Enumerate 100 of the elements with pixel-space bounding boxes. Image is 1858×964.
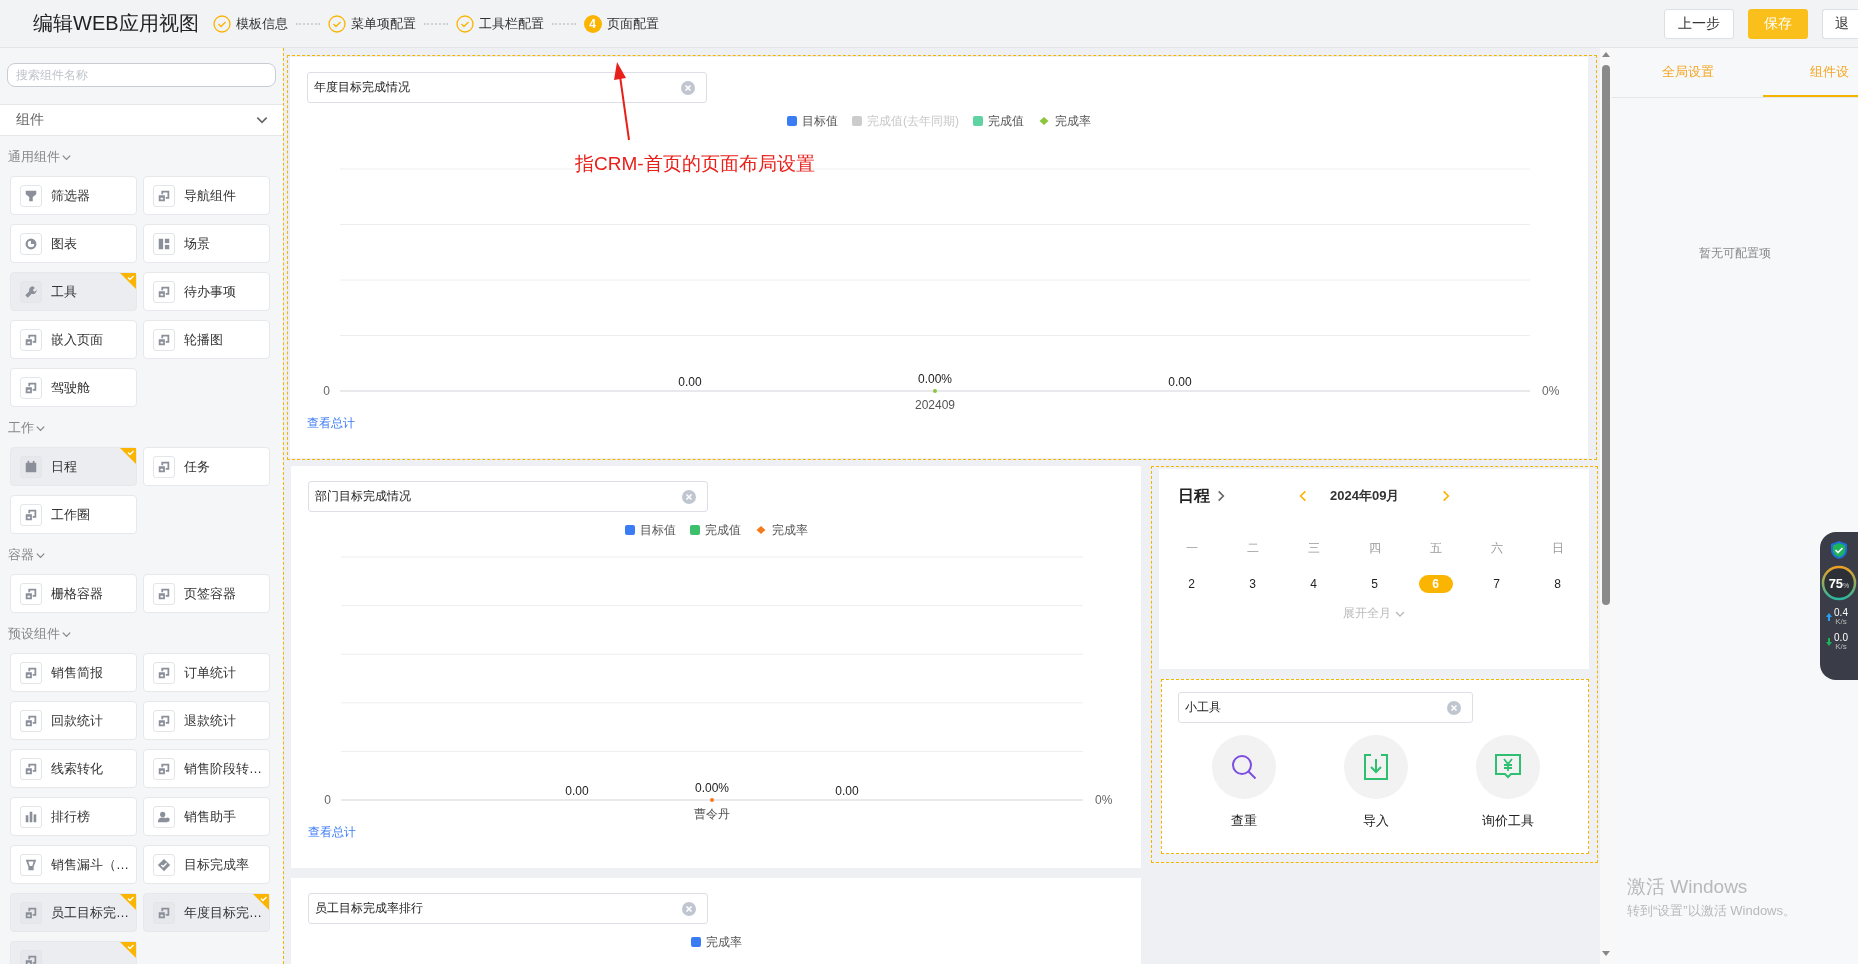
nav-button[interactable]: 退 — [1822, 8, 1858, 39]
component-item[interactable]: 待办事项 — [143, 272, 270, 311]
component-item[interactable]: 目标完成率 — [143, 845, 270, 884]
gauge-ring — [1821, 565, 1857, 601]
squares-icon — [20, 661, 42, 684]
import-icon — [1363, 753, 1389, 781]
clear-icon[interactable] — [682, 901, 696, 916]
activation-message: 转到“设置”以激活 Windows。 — [1627, 902, 1796, 920]
calendar-day[interactable]: 4 — [1296, 575, 1331, 593]
component-item[interactable]: 销售漏斗（… — [10, 845, 137, 884]
legend-label[interactable]: 完成率 — [705, 933, 742, 951]
squares-icon — [153, 709, 175, 732]
step-label[interactable]: 页面配置 — [606, 14, 659, 33]
category-label: 202409 — [915, 398, 955, 412]
layout-icon — [153, 232, 175, 255]
calendar-day[interactable]: 2 — [1174, 575, 1209, 593]
group-header[interactable]: 通用组件 — [8, 148, 60, 166]
axis-label: 0% — [1095, 793, 1113, 807]
view-total-link[interactable]: 查看总计 — [307, 416, 355, 430]
title-field[interactable]: 小工具 — [1178, 692, 1473, 723]
download-speed: 0.0 K/s — [1834, 633, 1848, 651]
legend-label[interactable]: 完成值 — [988, 112, 1024, 130]
component-item[interactable]: 图表 — [10, 224, 137, 263]
component-item[interactable]: 工具 — [10, 272, 137, 311]
check-corner-icon — [120, 894, 136, 910]
title-field[interactable]: 员工目标完成率排行 — [308, 893, 708, 924]
tool-label[interactable]: 询价工具 — [1482, 812, 1534, 830]
component-item[interactable]: 嵌入页面 — [10, 320, 137, 359]
component-item[interactable]: 订单统计 — [143, 653, 270, 692]
axis-label: 0 — [323, 384, 330, 398]
legend-label[interactable]: 完成率 — [1055, 112, 1091, 130]
check-corner-icon — [253, 894, 269, 910]
value-label: 0.00% — [695, 781, 729, 795]
step-label[interactable]: 菜单项配置 — [350, 14, 416, 33]
wrench-icon — [20, 280, 42, 303]
legend-label[interactable]: 目标值 — [639, 521, 676, 539]
view-total-link[interactable]: 查看总计 — [308, 825, 356, 839]
category-dropdown[interactable]: 组件 — [0, 104, 283, 136]
squares-icon — [153, 757, 175, 780]
component-item[interactable]: 栅格容器 — [10, 574, 137, 613]
component-item[interactable]: 页签容器 — [143, 574, 270, 613]
title-field[interactable]: 部门目标完成情况 — [308, 481, 708, 512]
legend-label[interactable]: 完成值 — [704, 521, 741, 539]
squares-icon — [153, 280, 175, 303]
component-item[interactable]: 年度目标完… — [143, 893, 270, 932]
squares-icon — [153, 901, 175, 924]
component-item[interactable]: 导航组件 — [143, 176, 270, 215]
component-item[interactable]: 轮播图 — [143, 320, 270, 359]
legend-label[interactable]: 完成率 — [771, 521, 808, 539]
scrollbar-thumb[interactable] — [1602, 65, 1610, 605]
squares-icon — [20, 376, 42, 399]
empty-message: 暂无可配置项 — [1699, 246, 1771, 260]
component-item[interactable]: 场景 — [143, 224, 270, 263]
component-item[interactable]: 员工目标完… — [10, 893, 137, 932]
component-item[interactable]: 日程 — [10, 447, 137, 486]
title-field[interactable]: 年度目标完成情况 — [307, 72, 707, 103]
component-item[interactable]: 销售简报 — [10, 653, 137, 692]
clear-icon[interactable] — [1447, 700, 1461, 715]
price-tag-icon — [1494, 753, 1522, 781]
component-item[interactable]: 驾驶舱 — [10, 368, 137, 407]
squares-icon — [20, 709, 42, 732]
component-item[interactable]: 排行榜 — [10, 797, 137, 836]
clear-icon[interactable] — [681, 80, 695, 95]
search-field[interactable]: 搜索组件名称 — [7, 63, 276, 87]
component-item[interactable]: 任务 — [143, 447, 270, 486]
squares-icon — [153, 661, 175, 684]
step-badge: 4 — [583, 14, 602, 33]
group-header[interactable]: 容器 — [8, 546, 34, 564]
check-corner-icon — [120, 448, 136, 464]
squares-icon — [153, 328, 175, 351]
component-item[interactable]: 筛选器 — [10, 176, 137, 215]
component-item[interactable]: 线索转化 — [10, 749, 137, 788]
nav-button[interactable]: 上一步 — [1664, 8, 1734, 39]
step-label[interactable]: 模板信息 — [235, 14, 288, 33]
axis-label: 0 — [324, 793, 331, 807]
weekday-label: 五 — [1429, 540, 1442, 557]
component-item[interactable]: 回款统计 — [10, 701, 137, 740]
calendar-day[interactable]: 5 — [1357, 575, 1392, 593]
tool-label[interactable]: 查重 — [1231, 812, 1257, 830]
tool-label[interactable]: 导入 — [1363, 812, 1389, 830]
calendar-day[interactable]: 8 — [1540, 575, 1575, 593]
squares-icon — [153, 184, 175, 207]
squares-icon — [20, 328, 42, 351]
activation-title: 激活 Windows — [1627, 875, 1749, 899]
person-icon — [153, 805, 175, 828]
calendar-title[interactable]: 日程 — [1178, 485, 1210, 507]
component-item[interactable]: 工作圈 — [10, 495, 137, 534]
calendar-day[interactable]: 7 — [1479, 575, 1514, 593]
step-label[interactable]: 工具栏配置 — [478, 14, 544, 33]
component-item[interactable]: 销售阶段转… — [143, 749, 270, 788]
weekday-label: 六 — [1490, 540, 1503, 557]
clear-icon[interactable] — [682, 489, 696, 504]
month-label: 2024年09月 — [1330, 487, 1400, 505]
component-item[interactable]: 退款统计 — [143, 701, 270, 740]
calendar-icon — [20, 455, 42, 478]
calendar-day[interactable]: 3 — [1235, 575, 1270, 593]
squares-icon — [20, 757, 42, 780]
shield-icon — [1831, 541, 1847, 559]
legend-label[interactable]: 目标值 — [802, 112, 838, 130]
component-item[interactable]: 销售助手 — [143, 797, 270, 836]
